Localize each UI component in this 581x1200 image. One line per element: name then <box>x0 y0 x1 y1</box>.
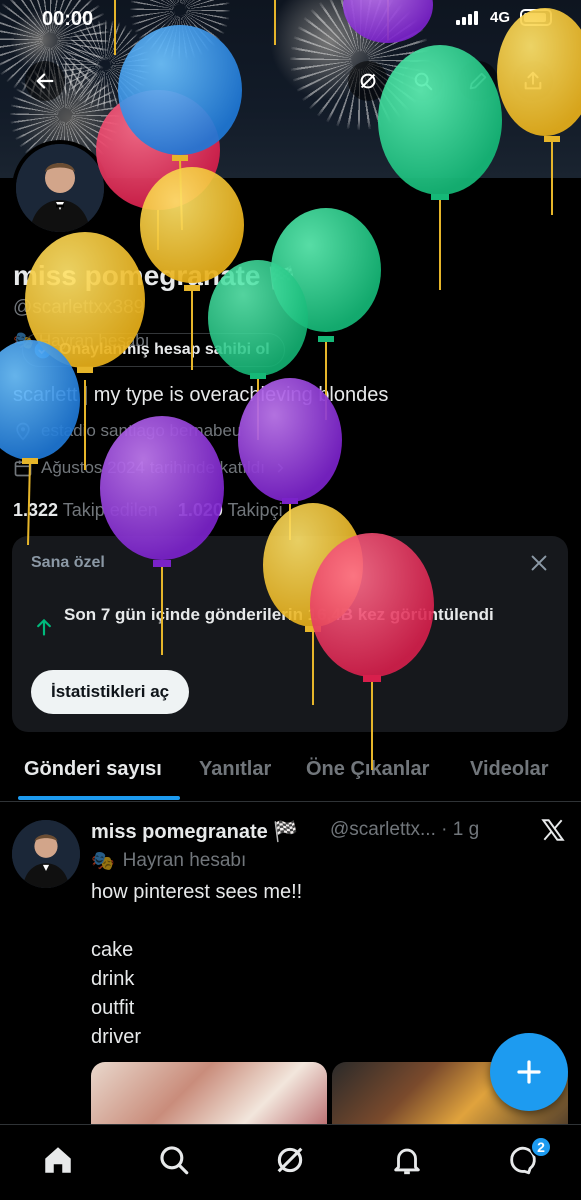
verify-account-button[interactable]: Onaylanmış hesap sahibi ol <box>22 333 285 367</box>
search-icon[interactable] <box>157 1143 191 1177</box>
grok-icon[interactable] <box>273 1143 307 1177</box>
compose-button[interactable] <box>490 1033 568 1111</box>
follow-stats: 1.322 Takip edilen 1.020 Takipçi <box>13 500 283 521</box>
post-author-name: miss pomegranate 🏁 <box>91 821 299 843</box>
post-image-cake[interactable] <box>91 1062 327 1132</box>
status-bar: 00:00 4G <box>0 0 581 38</box>
card-title: Sana özel <box>31 554 105 571</box>
home-icon[interactable] <box>41 1143 75 1177</box>
post-avatar-photo <box>12 820 80 888</box>
share-button[interactable] <box>513 61 553 101</box>
calendar-icon <box>14 460 32 477</box>
post-time: · 1 g <box>441 819 480 840</box>
profile-location: estadio santiago bernabeu <box>13 421 241 441</box>
followers-label: Takipçi <box>227 500 283 520</box>
active-tab-indicator <box>18 796 180 800</box>
edit-button[interactable] <box>458 61 498 101</box>
open-analytics-button[interactable]: İstatistikleri aç <box>31 670 190 714</box>
status-time: 00:00 <box>42 8 94 30</box>
profile-joined: Ağustos 2024 tarihinde katıldı <box>13 458 287 478</box>
location-icon <box>16 422 30 441</box>
following-label: Takip edilen <box>62 500 158 520</box>
following-count: 1.322 <box>13 500 59 520</box>
messages-badge: 2 <box>530 1136 552 1158</box>
back-button[interactable] <box>25 61 65 101</box>
post-text: how pinterest sees me!! cake drink outfi… <box>91 881 303 1048</box>
followers-count: 1.020 <box>177 500 223 520</box>
tab-videos[interactable]: Videolar <box>470 758 549 781</box>
post-fan-text: Hayran hesabı <box>122 850 247 871</box>
profile-avatar[interactable] <box>12 140 108 236</box>
notifications-icon[interactable] <box>390 1143 424 1177</box>
signal-icon <box>456 11 478 25</box>
following-link[interactable]: 1.322 Takip edilen <box>13 500 158 520</box>
grok-button[interactable] <box>348 61 388 101</box>
card-text: Son 7 gün içinde gönderilerin 16,4B kez … <box>64 605 494 624</box>
search-button[interactable] <box>403 61 443 101</box>
tab-posts[interactable]: Gönderi sayısı <box>24 758 162 781</box>
avatar-photo <box>16 144 104 232</box>
x-logo-icon <box>541 819 565 841</box>
grok-icon <box>360 73 376 89</box>
insight-card: Sana özel Son 7 gün içinde gönderilerin … <box>12 536 568 732</box>
network-label: 4G <box>490 9 511 26</box>
profile-display-name: miss pomegranate 🏁 <box>13 260 296 292</box>
display-name-text: miss pomegranate <box>13 260 261 291</box>
edit-icon <box>469 72 487 90</box>
verify-pill-label: Onaylanmış hesap sahibi ol <box>59 341 270 358</box>
profile-bio: scarlett | my type is overachieving blon… <box>13 384 389 406</box>
post-avatar[interactable] <box>12 820 80 888</box>
plus-icon <box>517 1060 541 1084</box>
mask-icon: 🎭 <box>91 851 115 872</box>
post-handle-text: @scarlettx... <box>330 819 436 840</box>
chevron-right-icon <box>277 463 284 473</box>
profile-handle: @scarlettxx389 <box>13 297 145 318</box>
up-arrow-icon <box>37 619 51 636</box>
followers-link[interactable]: 1.020 Takipçi <box>178 500 283 520</box>
battery-icon <box>520 9 552 26</box>
tab-replies[interactable]: Yanıtlar <box>199 758 271 781</box>
back-arrow-icon <box>36 73 54 89</box>
post-fan-label: 🎭 Hayran hesabı <box>91 849 246 873</box>
location-text: estadio santiago bernabeu <box>41 421 242 440</box>
tab-highlights[interactable]: Öne Çıkanlar <box>306 758 429 781</box>
bottom-navigation <box>0 1124 581 1200</box>
search-icon <box>414 72 433 91</box>
verified-icon <box>34 341 52 359</box>
joined-text: Ağustos 2024 tarihinde katıldı <box>41 458 265 477</box>
close-icon[interactable] <box>528 552 550 574</box>
name-emoji: 🏁 <box>268 265 296 290</box>
profile-tabs: Gönderi sayısı Yanıtlar Öne Çıkanlar Vid… <box>0 748 581 802</box>
post-author-handle: @scarlettx... · 1 g <box>330 819 479 841</box>
share-icon <box>524 71 542 90</box>
